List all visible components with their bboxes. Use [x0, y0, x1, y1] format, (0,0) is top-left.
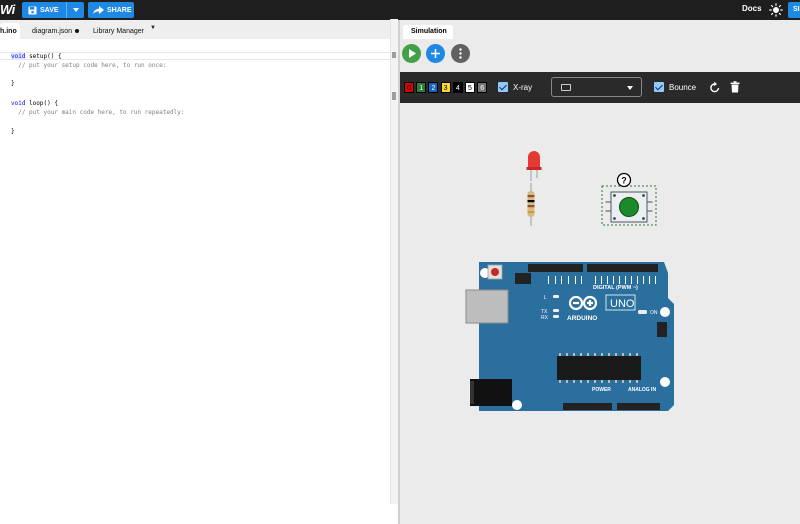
board-model-label: UNO	[610, 298, 635, 310]
diagram-canvas[interactable]: ? DIGITAL (PWM ~) L TX RX ARDUINO UNO ON…	[400, 103, 800, 524]
digital-label: DIGITAL (PWM ~)	[593, 285, 638, 291]
pushbutton[interactable]: ?	[601, 172, 657, 226]
arduino-brand-label: ARDUINO	[567, 315, 597, 322]
code-line: }	[11, 128, 15, 135]
code-line: // put your main code here, to run repea…	[11, 109, 185, 116]
play-icon	[408, 49, 416, 58]
code-line: void loop() {	[11, 100, 58, 107]
on-led-label: ON	[650, 310, 658, 316]
editor-tabs: h.ino diagram.json Library Manager ▼	[0, 20, 398, 39]
top-bar: Wi SAVE SHARE Docs SI	[0, 0, 800, 20]
code-line: // put your setup code here, to run once…	[11, 62, 167, 69]
xray-label: X-ray	[513, 83, 533, 92]
code-line: void setup() {	[11, 53, 62, 60]
share-icon	[93, 6, 104, 14]
help-badge-text: ?	[621, 176, 627, 186]
layer-4-button[interactable]: 4	[452, 82, 463, 93]
sign-in-button[interactable]: SI	[788, 2, 800, 18]
dropdown-arrow-icon	[627, 86, 633, 90]
delete-icon[interactable]	[729, 80, 741, 94]
unsaved-dot-icon	[75, 29, 80, 34]
save-button-label: SAVE	[40, 7, 59, 14]
scrollbar-marker	[392, 52, 396, 58]
start-simulation-button[interactable]	[402, 44, 421, 63]
bounce-label: Bounce	[669, 83, 697, 92]
layer-0-button[interactable]: 0	[404, 82, 414, 93]
tabs-dropdown-icon[interactable]: ▼	[150, 25, 156, 31]
kebab-menu-icon	[459, 48, 462, 59]
save-button[interactable]: SAVE	[22, 2, 84, 18]
docs-link[interactable]: Docs	[742, 4, 762, 13]
red-led[interactable]	[526, 151, 542, 181]
rx-led-label: RX	[541, 315, 549, 321]
save-icon	[28, 6, 37, 15]
tab-library-manager[interactable]: Library Manager	[88, 23, 158, 39]
rotate-icon[interactable]	[709, 80, 721, 94]
code-line: }	[11, 80, 15, 87]
theme-toggle-icon[interactable]	[769, 3, 783, 17]
l-led-label: L	[544, 295, 547, 301]
layer-2-button[interactable]: 2	[428, 82, 439, 93]
tab-simulation[interactable]: Simulation	[403, 25, 453, 39]
tab-sketch-ino[interactable]: h.ino	[0, 23, 20, 39]
tab-diagram-json[interactable]: diagram.json	[26, 23, 84, 39]
share-button-label: SHARE	[107, 7, 132, 14]
code-area[interactable]: void setup() { // put your setup code he…	[0, 39, 390, 524]
caret-down-icon	[72, 8, 79, 12]
share-button[interactable]: SHARE	[88, 2, 134, 18]
power-label: POWER	[592, 387, 611, 393]
layer-6-button[interactable]: 6	[477, 82, 488, 93]
analog-label: ANALOG IN	[628, 387, 656, 393]
code-editor-pane: h.ino diagram.json Library Manager ▼ voi…	[0, 20, 398, 524]
save-options-button[interactable]	[66, 2, 84, 18]
diagram-toolbar: 0123456 X-ray Bounce	[400, 72, 800, 103]
bounce-checkbox[interactable]	[654, 82, 664, 92]
add-part-button[interactable]	[426, 44, 445, 63]
plus-icon	[431, 49, 440, 58]
layer-3-button[interactable]: 3	[440, 82, 451, 93]
layer-5-button[interactable]: 5	[465, 82, 475, 93]
more-options-button[interactable]	[451, 44, 470, 63]
simulation-pane: Simulation 0123456 X-ray Bounce ? DIGITA…	[400, 20, 800, 524]
keyboard-icon	[561, 84, 571, 91]
scrollbar-thumb[interactable]	[392, 92, 396, 100]
app-logo[interactable]: Wi	[0, 2, 15, 17]
keyboard-select[interactable]	[551, 77, 642, 97]
layer-1-button[interactable]: 1	[416, 82, 427, 93]
arduino-uno-board[interactable]: DIGITAL (PWM ~) L TX RX ARDUINO UNO ON P…	[465, 262, 674, 411]
tab-diagram-json-label: diagram.json	[32, 28, 73, 35]
resistor[interactable]	[527, 183, 535, 226]
xray-checkbox[interactable]	[498, 82, 508, 92]
